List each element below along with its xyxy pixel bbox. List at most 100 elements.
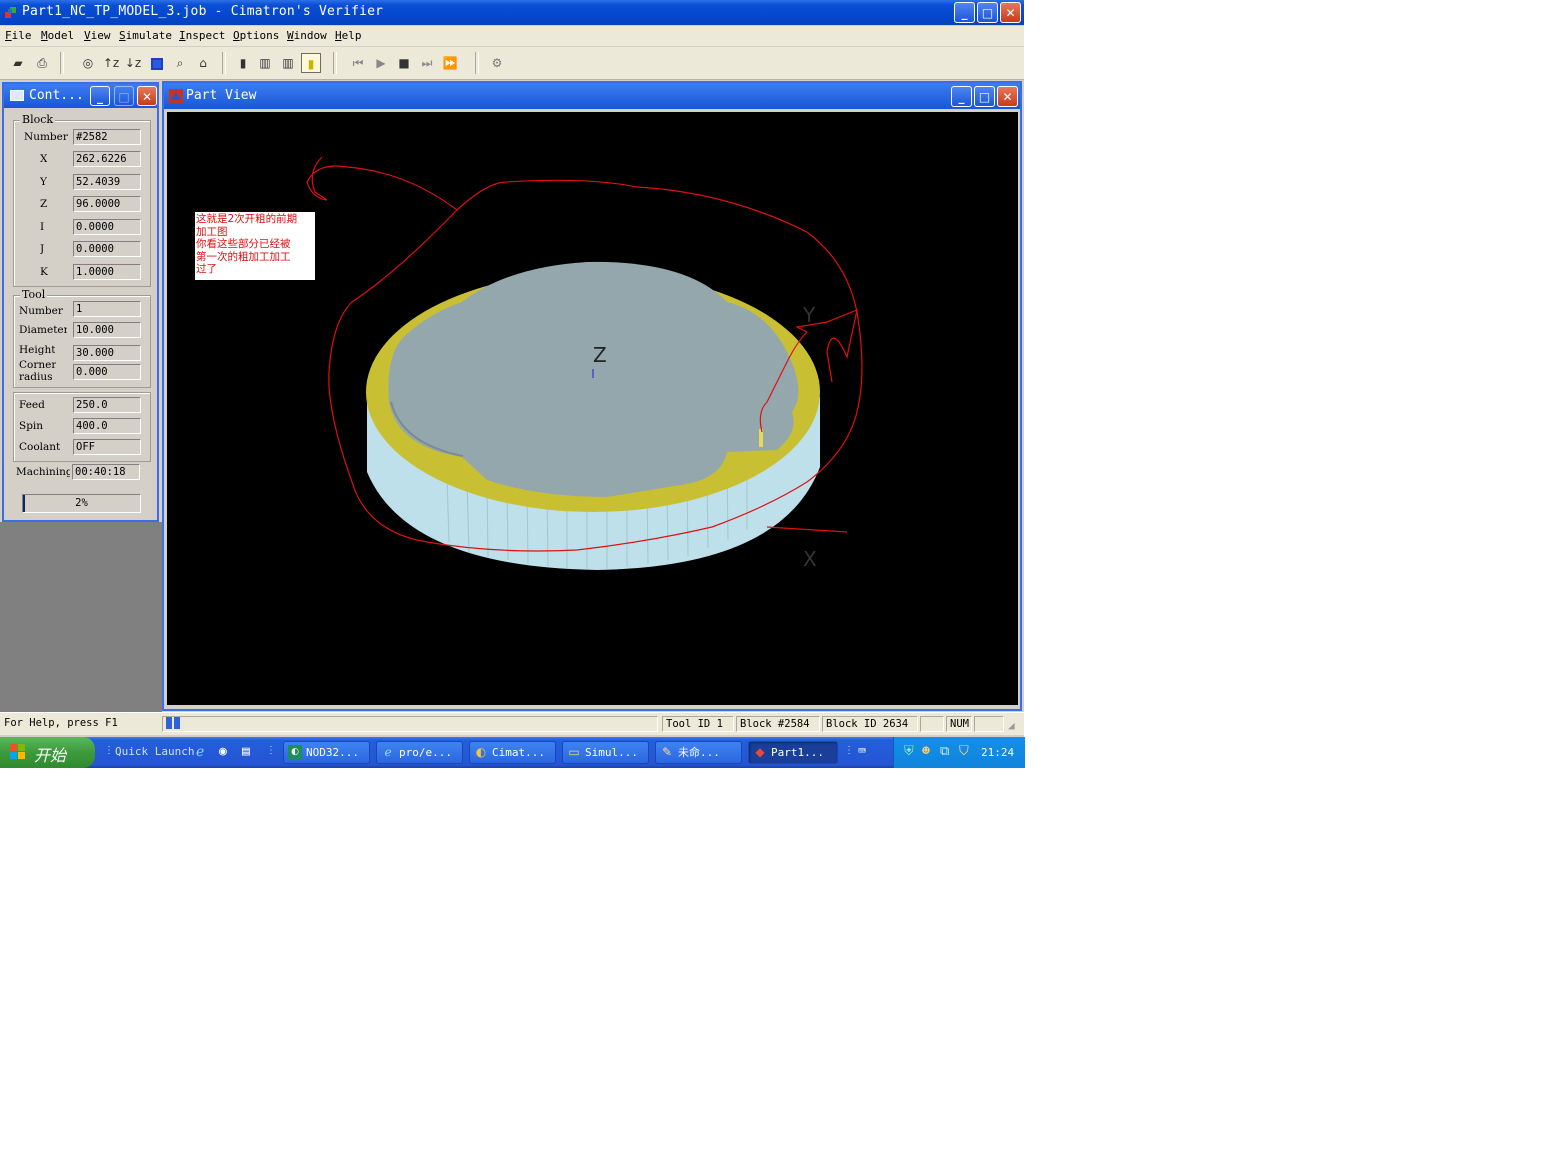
- step-icon[interactable]: ⏭: [417, 53, 437, 73]
- note-line-4: 第一次的粗加工加工: [196, 250, 291, 263]
- feed-field: 250.0: [73, 397, 141, 413]
- minimize-button[interactable]: _: [954, 2, 975, 23]
- axis-z-label: Z: [593, 343, 607, 367]
- view-minimize-button[interactable]: _: [951, 86, 972, 107]
- diameter-label: Diameter: [19, 324, 67, 336]
- menu-inspect[interactable]: Inspect: [179, 29, 225, 42]
- menu-options[interactable]: Options: [233, 29, 279, 42]
- status-block: Block #2584: [736, 716, 820, 732]
- security-icon[interactable]: ⛉: [959, 744, 969, 759]
- axis-x-label: X: [803, 547, 817, 571]
- toolbar: ▰ ⎙ ◎ ↑z ↓z ⌕ ⌂ ▮ ▥ ▥ ▮ ⏮ ▶ ■ ⏭ ⏩ ⚙: [0, 47, 1024, 80]
- verifier-window: Part1_NC_TP_MODEL_3.job - Cimatron's Ver…: [0, 0, 1024, 740]
- panel-maximize-button[interactable]: □: [114, 86, 134, 106]
- close-button[interactable]: ✕: [1000, 2, 1021, 23]
- panel-minimize-button[interactable]: _: [90, 86, 110, 106]
- title-bar[interactable]: Part1_NC_TP_MODEL_3.job - Cimatron's Ver…: [0, 0, 1024, 25]
- shield-icon[interactable]: ⛨: [904, 744, 914, 759]
- part-view-title: Part View: [186, 88, 257, 103]
- k-field: 1.0000: [73, 264, 141, 280]
- annotation-note: 这就是2次开粗的前期 加工图 你看这些部分已经被 第一次的粗加工加工 过了: [195, 212, 315, 280]
- settings-icon[interactable]: ⚙: [487, 53, 507, 73]
- progress-bar: 2%: [22, 494, 141, 513]
- chat-icon[interactable]: ☻: [922, 744, 930, 759]
- x-label: X: [40, 153, 48, 165]
- part-view-window: Part View _ □ ✕ Z Y X 这就是2次开粗的前期 加工图 你看这…: [162, 81, 1022, 711]
- control-panel: Cont... _ □ ✕ Block Number #2582 X 262.6…: [2, 82, 159, 522]
- pan-icon[interactable]: ⌂: [193, 53, 213, 73]
- tool-holder-icon[interactable]: ▮: [233, 53, 253, 73]
- print-icon[interactable]: ⎙: [32, 53, 52, 73]
- menu-view[interactable]: View: [84, 29, 111, 42]
- cylinder-solid-icon[interactable]: ▥: [255, 53, 275, 73]
- task-nod32[interactable]: ◐ NOD32...: [283, 741, 370, 764]
- rewind-icon[interactable]: ⏮: [348, 53, 368, 73]
- start-button[interactable]: 开始: [0, 737, 95, 768]
- block-number-field: #2582: [73, 129, 141, 145]
- tool-legend: Tool: [20, 288, 48, 301]
- ie-quicklaunch-icon[interactable]: ℯ: [196, 744, 204, 760]
- block-number-label: Number: [24, 131, 68, 143]
- menu-simulate[interactable]: Simulate: [119, 29, 172, 42]
- play-icon[interactable]: ▶: [371, 53, 391, 73]
- task-cimatron[interactable]: ◐ Cimat...: [469, 741, 556, 764]
- corner-radius-field: 0.000: [73, 364, 141, 380]
- part-view-icon: [169, 89, 183, 103]
- block-legend: Block: [20, 113, 56, 126]
- resize-grip-icon[interactable]: ◢: [1008, 719, 1015, 732]
- status-block-id: Block ID 2634: [822, 716, 918, 732]
- maximize-button[interactable]: □: [977, 2, 998, 23]
- cimatron-icon: ◐: [475, 745, 487, 759]
- tool-group: Tool Number 1 Diameter 10.000 Height 30.…: [13, 288, 151, 388]
- zoom-icon[interactable]: ⌕: [170, 53, 190, 73]
- 3d-viewport[interactable]: Z Y X 这就是2次开粗的前期 加工图 你看这些部分已经被 第一次的粗加工加工…: [167, 112, 1018, 705]
- z-field: 96.0000: [73, 196, 141, 212]
- media-quicklaunch-icon[interactable]: ◉: [219, 744, 227, 759]
- task-paint[interactable]: ✎ 未命...: [655, 741, 742, 764]
- task-simulation-label: Simul...: [585, 746, 638, 759]
- task-proe[interactable]: ℯ pro/e...: [376, 741, 463, 764]
- machining-label: Machining: [16, 466, 70, 478]
- tool-number-field: 1: [73, 301, 141, 317]
- rotate-z-up-icon[interactable]: ↑z: [101, 53, 121, 73]
- cylinder-shaded-icon[interactable]: ▮: [301, 53, 321, 73]
- panel-icon: [10, 90, 24, 101]
- fast-forward-icon[interactable]: ⏩: [440, 53, 460, 73]
- menu-window[interactable]: Window: [287, 29, 327, 42]
- height-field: 30.000: [73, 345, 141, 361]
- view-close-button[interactable]: ✕: [997, 86, 1018, 107]
- task-part1[interactable]: ◆ Part1...: [748, 741, 838, 764]
- diameter-field: 10.000: [73, 322, 141, 338]
- fit-view-icon[interactable]: [147, 53, 167, 73]
- stop-icon[interactable]: ■: [394, 53, 414, 73]
- rotate-z-down-icon[interactable]: ↓z: [123, 53, 143, 73]
- status-help-text: For Help, press F1: [4, 717, 118, 729]
- status-empty-pane: [920, 716, 944, 732]
- feed-label: Feed: [19, 399, 45, 411]
- menu-file[interactable]: File: [5, 29, 32, 42]
- note-line-1: 这就是2次开粗的前期: [196, 213, 298, 225]
- window-title: Part1_NC_TP_MODEL_3.job - Cimatron's Ver…: [22, 4, 384, 19]
- menu-help[interactable]: Help: [335, 29, 362, 42]
- view-maximize-button[interactable]: □: [974, 86, 995, 107]
- desktop-quicklaunch-icon[interactable]: ▤: [242, 744, 250, 759]
- camera-icon[interactable]: ◎: [78, 53, 98, 73]
- part-view-title-bar[interactable]: Part View _ □ ✕: [164, 83, 1020, 109]
- x-field: 262.6226: [73, 151, 141, 167]
- task-nod32-label: NOD32...: [306, 746, 359, 759]
- panel-close-button[interactable]: ✕: [137, 86, 157, 106]
- taskbar: 开始 ⋮ Quick Launch ℯ ◉ ▤ ⋮ ◐ NOD32... ℯ p…: [0, 737, 1025, 768]
- note-line-5: 过了: [196, 263, 217, 275]
- keyboard-icon[interactable]: ⌨: [858, 744, 866, 759]
- menu-model[interactable]: Model: [41, 29, 74, 42]
- spin-field: 400.0: [73, 418, 141, 434]
- open-icon[interactable]: ▰: [8, 53, 28, 73]
- control-panel-title-bar[interactable]: Cont... _ □ ✕: [4, 84, 157, 108]
- block-group: Block Number #2582 X 262.6226 Y 52.4039 …: [13, 113, 151, 287]
- verifier-icon: ◆: [755, 745, 765, 759]
- task-simulation[interactable]: ▭ Simul...: [562, 741, 649, 764]
- network-icon[interactable]: ⧉: [940, 744, 949, 759]
- start-label: 开始: [34, 746, 67, 765]
- cylinder-wire-icon[interactable]: ▥: [278, 53, 298, 73]
- y-label: Y: [40, 176, 47, 188]
